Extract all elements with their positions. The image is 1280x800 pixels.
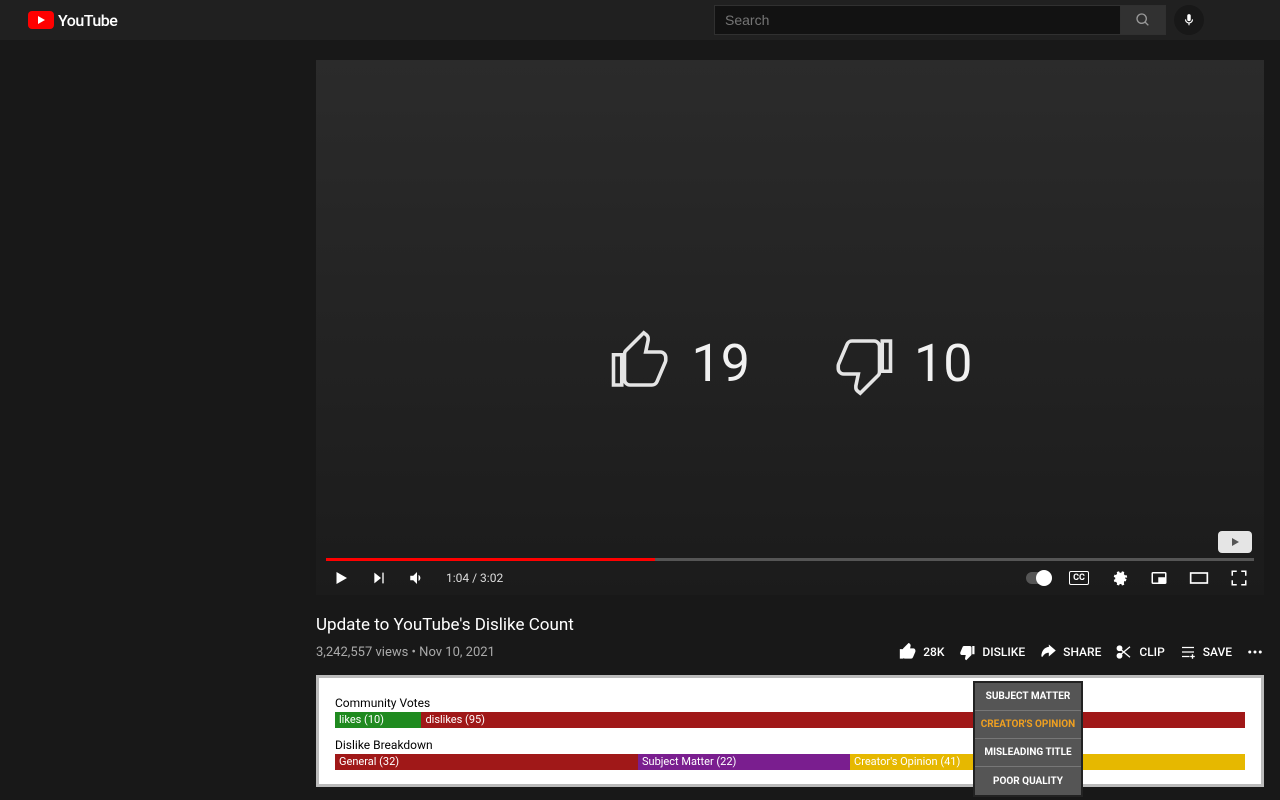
- player-like-count: 19: [692, 333, 750, 394]
- dropdown-item[interactable]: POOR QUALITY: [975, 767, 1081, 795]
- next-icon: [371, 570, 387, 586]
- time-display: 1:04 / 3:02: [446, 571, 503, 585]
- thumbs-up-icon: [899, 643, 917, 661]
- gear-icon: [1110, 569, 1128, 587]
- play-icon: [332, 569, 350, 587]
- dropdown-item[interactable]: SUBJECT MATTER: [975, 683, 1081, 711]
- dislike-breakdown-bar: General (32)Subject Matter (22)Creator's…: [335, 754, 1245, 770]
- theater-icon: [1189, 571, 1209, 585]
- dislike-button[interactable]: DISLIKE: [958, 643, 1025, 661]
- search-icon: [1135, 12, 1151, 28]
- settings-button[interactable]: [1106, 565, 1132, 591]
- next-button[interactable]: [366, 565, 392, 591]
- vote-segment: likes (10): [335, 712, 421, 728]
- like-count-label: 28K: [923, 645, 944, 659]
- save-label: SAVE: [1203, 645, 1232, 659]
- volume-button[interactable]: [404, 565, 430, 591]
- save-button[interactable]: SAVE: [1179, 643, 1232, 661]
- video-meta: 3,242,557 views • Nov 10, 2021: [316, 645, 495, 660]
- share-button[interactable]: SHARE: [1039, 643, 1101, 661]
- community-votes-label: Community Votes: [335, 696, 1245, 710]
- video-meta-row: 3,242,557 views • Nov 10, 2021 28K DISLI…: [316, 643, 1264, 661]
- player-controls: 1:04 / 3:02 CC: [316, 561, 1264, 595]
- main-content: 19 10: [0, 40, 1280, 787]
- fullscreen-button[interactable]: [1226, 565, 1252, 591]
- clip-icon: [1115, 643, 1133, 661]
- player-dislike-count: 10: [914, 333, 972, 394]
- player-like-display: 19: [608, 330, 750, 396]
- action-bar: 28K DISLIKE SHARE CLIP SAVE: [899, 643, 1264, 661]
- sidebar: [0, 40, 316, 787]
- video-title: Update to YouTube's Dislike Count: [316, 615, 1280, 635]
- player-overlay-content: 19 10: [316, 330, 1264, 396]
- share-icon: [1039, 643, 1057, 661]
- like-button[interactable]: 28K: [899, 643, 944, 661]
- dislike-breakdown-label: Dislike Breakdown: [335, 738, 1245, 752]
- captions-icon: CC: [1069, 571, 1089, 585]
- community-vote-panel: Community Votes likes (10)dislikes (95) …: [316, 675, 1264, 787]
- clip-label: CLIP: [1139, 645, 1164, 659]
- clip-button[interactable]: CLIP: [1115, 643, 1164, 661]
- miniplayer-button[interactable]: [1146, 565, 1172, 591]
- thumbs-up-icon: [608, 330, 674, 396]
- more-button[interactable]: [1246, 643, 1264, 661]
- voice-search-button[interactable]: [1174, 5, 1204, 35]
- community-votes-bar: likes (10)dislikes (95): [335, 712, 1245, 728]
- vote-segment: dislikes (95): [421, 712, 1245, 728]
- vote-segment: Subject Matter (22): [638, 754, 850, 770]
- vote-segment: General (32): [335, 754, 638, 770]
- thumbs-down-icon: [830, 330, 896, 396]
- header-bar: YouTube: [0, 0, 1280, 40]
- miniplayer-icon: [1150, 569, 1168, 587]
- youtube-badge-icon: [1228, 537, 1242, 547]
- fullscreen-icon: [1230, 569, 1248, 587]
- search-button[interactable]: [1120, 5, 1166, 35]
- autoplay-toggle[interactable]: [1026, 565, 1052, 591]
- search-input[interactable]: [714, 5, 1120, 35]
- theater-button[interactable]: [1186, 565, 1212, 591]
- more-icon: [1246, 643, 1264, 661]
- captions-button[interactable]: CC: [1066, 565, 1092, 591]
- content-area: 19 10: [316, 40, 1280, 787]
- dropdown-item[interactable]: MISLEADING TITLE: [975, 739, 1081, 767]
- dislike-label: DISLIKE: [982, 645, 1025, 659]
- save-icon: [1179, 643, 1197, 661]
- video-player[interactable]: 19 10: [316, 60, 1264, 595]
- miniplayer-badge[interactable]: [1218, 531, 1252, 553]
- share-label: SHARE: [1063, 645, 1101, 659]
- play-button[interactable]: [328, 565, 354, 591]
- search-bar: [714, 5, 1204, 35]
- dislike-reason-dropdown: SUBJECT MATTERCREATOR'S OPINIONMISLEADIN…: [973, 681, 1083, 797]
- thumbs-down-icon: [958, 643, 976, 661]
- player-dislike-display: 10: [830, 330, 972, 396]
- youtube-logo[interactable]: YouTube: [28, 11, 117, 30]
- mic-icon: [1182, 13, 1196, 27]
- youtube-logo-text: YouTube: [58, 11, 117, 30]
- volume-icon: [408, 569, 426, 587]
- dropdown-item[interactable]: CREATOR'S OPINION: [975, 711, 1081, 739]
- youtube-play-icon: [28, 11, 54, 29]
